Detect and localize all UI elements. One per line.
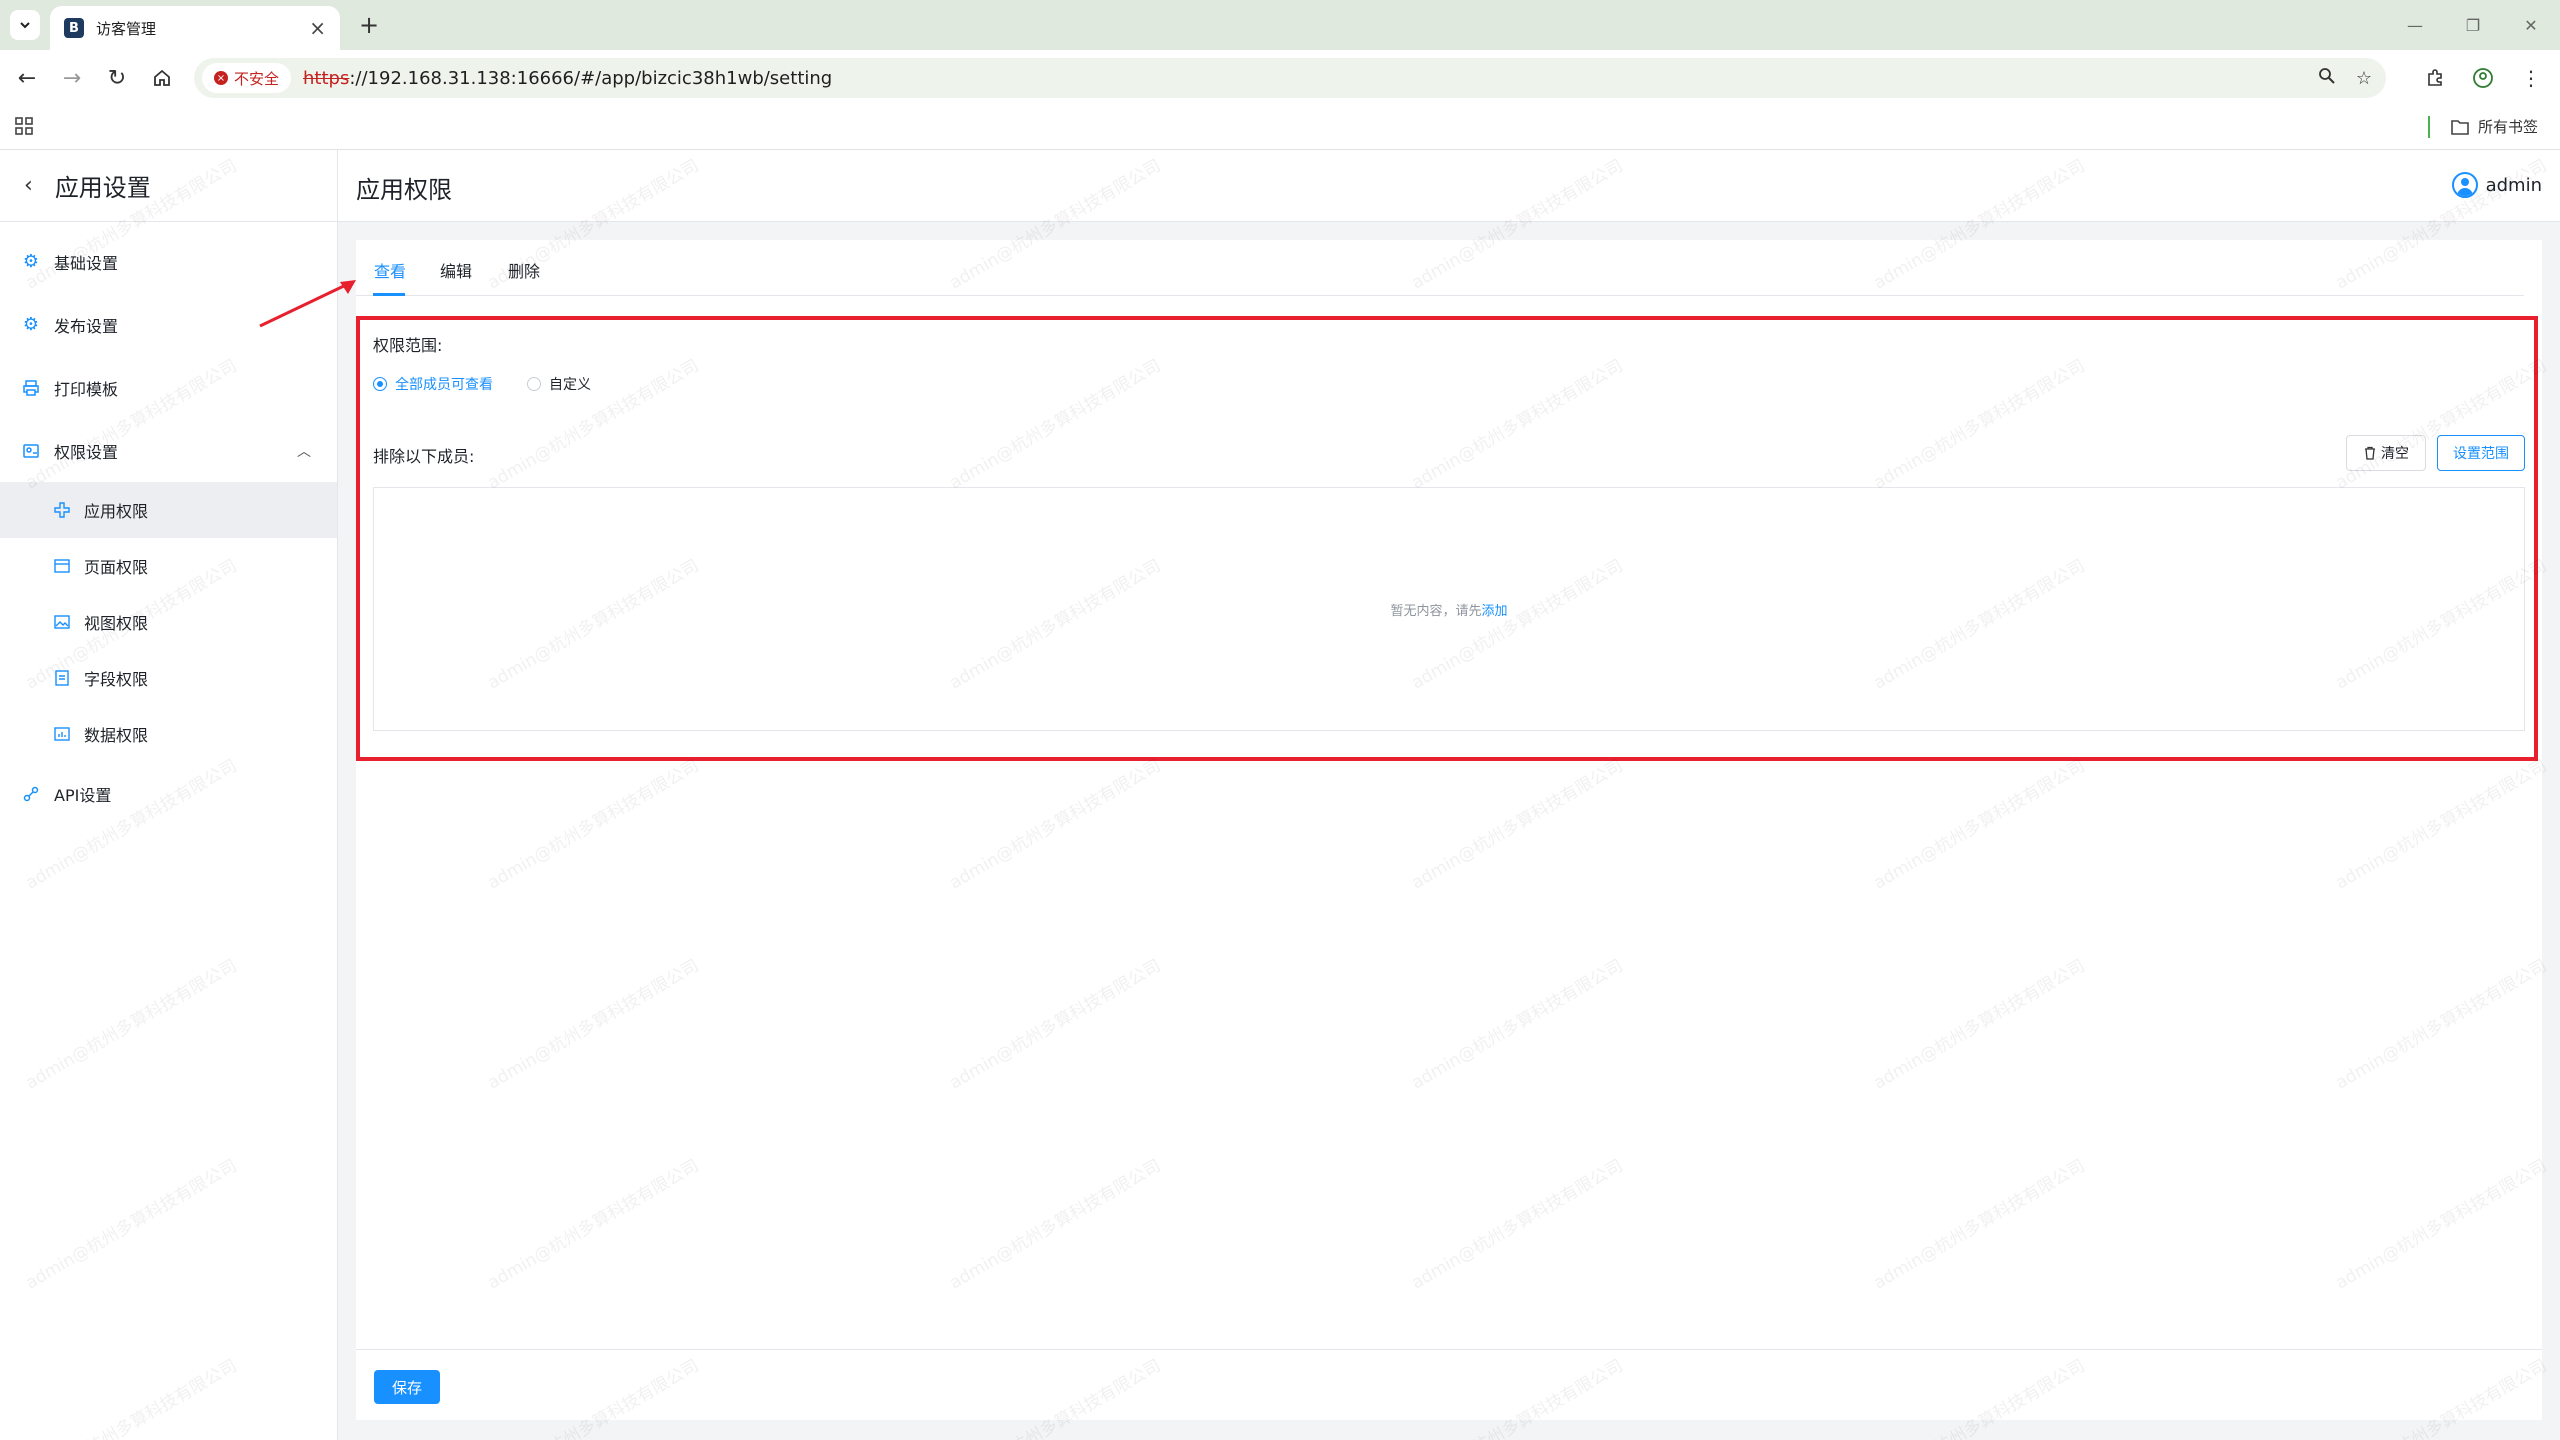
clear-button-label: 清空 (2381, 446, 2409, 462)
image-icon (52, 612, 72, 632)
minimize-icon[interactable]: — (2386, 0, 2444, 50)
gear-icon: ⚙ (22, 314, 40, 335)
browser-tabstrip: B 访客管理 × + — ❐ ✕ (0, 0, 2560, 50)
gear-icon: ⚙ (22, 251, 40, 272)
radio-all-members[interactable] (373, 377, 387, 391)
more-menu-icon[interactable]: ⋮ (2516, 63, 2546, 93)
security-chip[interactable]: × 不安全 (202, 63, 292, 93)
scope-label: 权限范围: (373, 336, 443, 355)
link-icon (20, 783, 42, 805)
security-label: 不安全 (234, 69, 280, 88)
zoom-icon[interactable] (2318, 67, 2336, 90)
sidebar-item-label: 打印模板 (54, 379, 119, 399)
sidebar-subitem-label: 应用权限 (84, 502, 149, 521)
set-scope-button[interactable]: 设置范围 (2437, 435, 2525, 471)
active-tab-indicator (373, 293, 405, 296)
all-bookmarks-button[interactable]: 所有书签 (2450, 116, 2538, 137)
permission-tabs: 查看 编辑 删除 (356, 240, 2524, 296)
annotation-arrow (259, 280, 356, 328)
sidebar-subitem-label: 数据权限 (84, 726, 149, 745)
user-avatar-icon (2451, 172, 2478, 198)
user-menu[interactable]: admin (2451, 172, 2542, 198)
browser-tab[interactable]: B 访客管理 × (50, 6, 340, 50)
tab-view[interactable]: 查看 (374, 258, 406, 282)
reload-icon[interactable]: ↻ (102, 63, 132, 93)
trash-icon (2365, 446, 2375, 460)
warning-icon: × (214, 71, 228, 85)
extensions-icon[interactable] (2420, 63, 2450, 93)
sidebar-item-permission-settings[interactable]: 权限设置 ︿ (0, 419, 337, 482)
sidebar-subitem-field-permission[interactable]: 字段权限 (0, 650, 337, 706)
close-tab-icon[interactable]: × (309, 16, 326, 40)
restore-icon[interactable]: ❐ (2444, 0, 2502, 50)
sidebar-item-label: 权限设置 (54, 442, 119, 462)
bookmark-separator (2428, 116, 2430, 138)
sidebar-subitem-app-permission[interactable]: 应用权限 (0, 482, 337, 538)
radio-custom-label[interactable]: 自定义 (549, 374, 591, 394)
all-bookmarks-label: 所有书签 (2478, 118, 2539, 136)
tab-delete[interactable]: 删除 (508, 258, 540, 282)
app-favicon-icon: B (64, 18, 84, 38)
sidebar-subitem-label: 页面权限 (84, 558, 149, 577)
new-tab-button[interactable]: + (354, 10, 384, 40)
sidebar-subitem-page-permission[interactable]: 页面权限 (0, 538, 337, 594)
window-controls: — ❐ ✕ (2386, 0, 2560, 50)
sidebar-item-api-settings[interactable]: API设置 (0, 762, 337, 825)
footer-divider (356, 1349, 2542, 1350)
permission-icon (20, 440, 42, 462)
back-arrow-icon[interactable]: ‹ (24, 173, 33, 198)
empty-text: 暂无内容，请先 (1390, 603, 1482, 619)
add-link[interactable]: 添加 (1482, 600, 1508, 619)
page-header: 应用权限 admin (338, 150, 2560, 222)
tab-edit[interactable]: 编辑 (440, 258, 472, 282)
scope-radio-group: 全部成员可查看 自定义 (373, 374, 591, 394)
radio-all-members-label[interactable]: 全部成员可查看 (395, 374, 493, 394)
sidebar-item-label: API设置 (54, 785, 112, 805)
user-name: admin (2485, 174, 2542, 196)
back-icon[interactable]: ← (12, 63, 42, 93)
save-button[interactable]: 保存 (374, 1370, 440, 1404)
exclude-label: 排除以下成员: (373, 447, 475, 466)
home-icon[interactable] (147, 63, 177, 93)
clear-button[interactable]: 清空 (2346, 435, 2426, 471)
app-icon (52, 500, 72, 520)
bookmarks-bar: 所有书签 (0, 106, 2560, 150)
page-title: 应用权限 (356, 176, 452, 204)
browser-toolbar: ← → ↻ × 不安全 https://192.168.31.138:16666… (0, 50, 2560, 106)
settings-sidebar: ‹ 应用设置 ⚙ 基础设置 ⚙ 发布设置 打印模板 权限设置 ︿ 应用权限 页面… (0, 150, 338, 1440)
profile-icon[interactable] (2468, 63, 2498, 93)
sidebar-item-label: 基础设置 (54, 253, 119, 273)
tab-search-button[interactable] (10, 10, 40, 40)
apps-grid-icon[interactable] (14, 116, 36, 138)
data-icon (52, 724, 72, 744)
sidebar-subitem-view-permission[interactable]: 视图权限 (0, 594, 337, 650)
sidebar-subitem-label: 字段权限 (84, 670, 149, 689)
printer-icon (20, 377, 42, 399)
folder-icon (2451, 119, 2469, 135)
url-rest: ://192.168.31.138:16666/#/app/bizcic38h1… (349, 67, 833, 89)
star-icon[interactable]: ☆ (2356, 68, 2372, 89)
chevron-up-icon[interactable]: ︿ (297, 441, 311, 461)
close-window-icon[interactable]: ✕ (2502, 0, 2560, 50)
forward-icon[interactable]: → (57, 63, 87, 93)
page-icon (52, 556, 72, 576)
sidebar-subitem-label: 视图权限 (84, 614, 149, 633)
sidebar-item-print-template[interactable]: 打印模板 (0, 356, 337, 419)
chevron-down-icon (20, 22, 30, 29)
sidebar-subitem-data-permission[interactable]: 数据权限 (0, 706, 337, 762)
url-text[interactable]: https://192.168.31.138:16666/#/app/bizci… (303, 68, 832, 89)
field-icon (52, 668, 72, 688)
sidebar-item-label: 发布设置 (54, 316, 119, 336)
sidebar-title: 应用设置 (54, 174, 151, 202)
url-scheme: https (303, 67, 350, 89)
radio-custom[interactable] (527, 377, 541, 391)
tab-title: 访客管理 (96, 19, 157, 38)
address-bar[interactable]: × 不安全 https://192.168.31.138:16666/#/app… (194, 58, 2386, 98)
excluded-members-list: 暂无内容，请先 添加 (373, 487, 2525, 731)
sidebar-header: ‹ 应用设置 (0, 150, 337, 222)
